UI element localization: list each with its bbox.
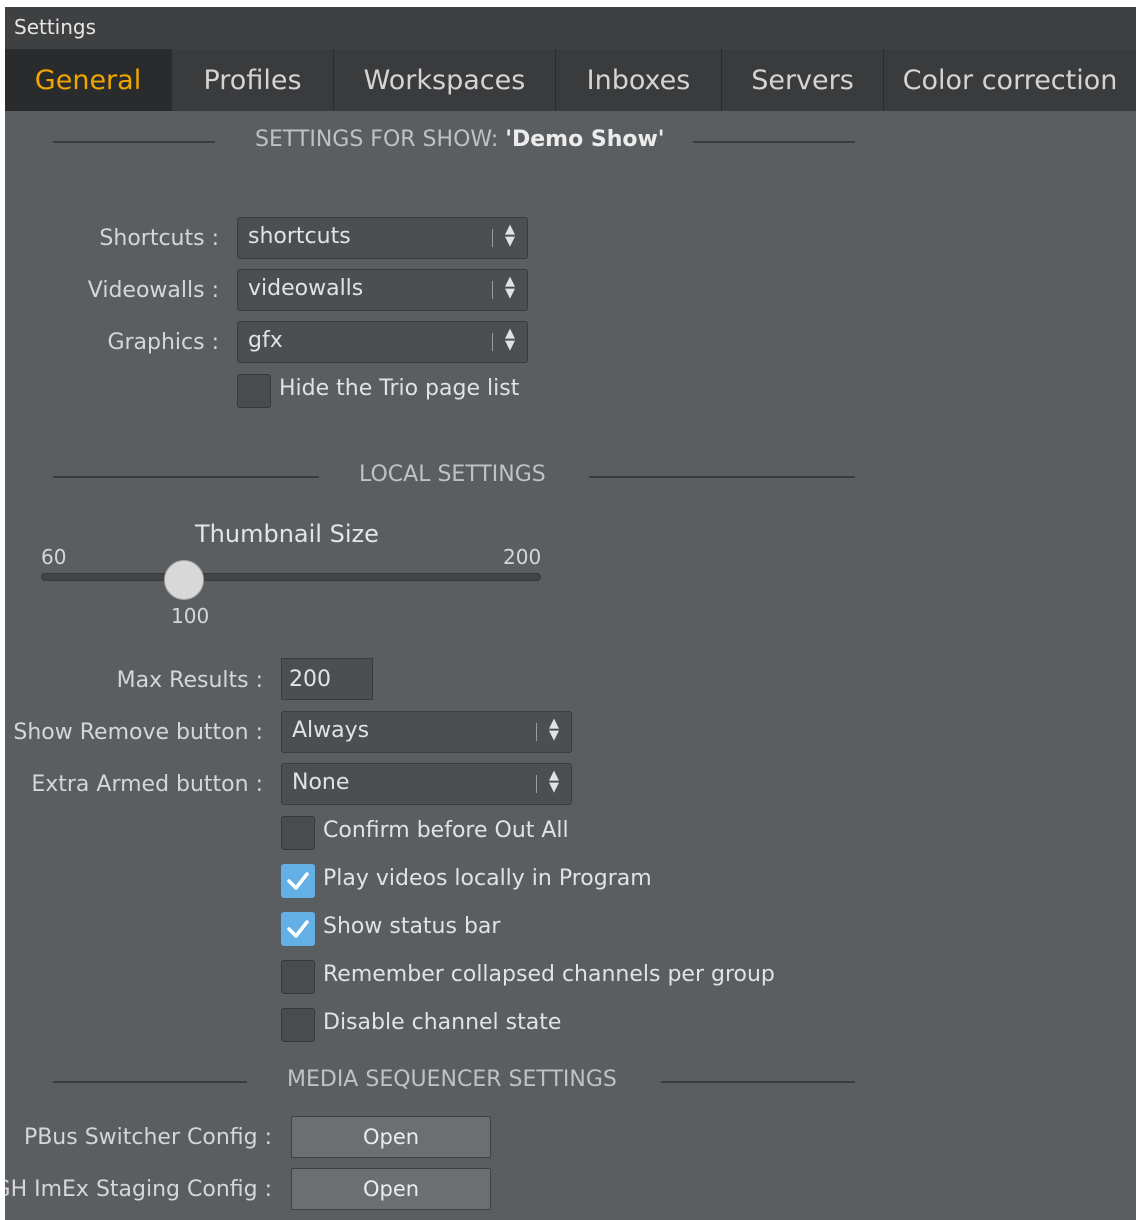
remember-collapsed-label: Remember collapsed channels per group [323, 962, 775, 987]
divider-line [53, 476, 319, 478]
disable-channel-state-label: Disable channel state [323, 1010, 562, 1035]
select-separator [492, 333, 493, 351]
videowalls-value: videowalls [248, 276, 364, 301]
updown-arrows-icon: ▲ ▼ [505, 222, 515, 249]
videowalls-select[interactable]: videowalls ▲ ▼ [237, 269, 528, 311]
graphics-value: gfx [248, 328, 283, 353]
graphics-label: Graphics : [107, 330, 219, 355]
play-videos-locally-label: Play videos locally in Program [323, 866, 652, 891]
shortcuts-label: Shortcuts : [99, 226, 219, 251]
confirm-out-all-checkbox[interactable] [281, 816, 315, 850]
section-header-local: LOCAL SETTINGS [53, 462, 855, 492]
title-bar: Settings [5, 7, 1136, 49]
tab-bar: General Profiles Workspaces Inboxes Serv… [5, 49, 1136, 111]
tab-general[interactable]: General [5, 49, 171, 111]
section-header-show: SETTINGS FOR SHOW: 'Demo Show' [53, 127, 855, 157]
videowalls-label: Videowalls : [87, 278, 219, 303]
shortcuts-select[interactable]: shortcuts ▲ ▼ [237, 217, 528, 259]
hide-trio-checkbox[interactable] [237, 374, 271, 408]
slider-value: 100 [171, 604, 210, 628]
divider-line [53, 1081, 247, 1083]
divider-line [661, 1081, 855, 1083]
select-separator [536, 775, 537, 793]
confirm-out-all-label: Confirm before Out All [323, 818, 569, 843]
checkmark-icon [287, 872, 309, 890]
thumbnail-size-slider[interactable] [41, 573, 541, 581]
divider-line [693, 141, 855, 143]
tab-workspaces[interactable]: Workspaces [333, 49, 555, 111]
graphics-select[interactable]: gfx ▲ ▼ [237, 321, 528, 363]
max-results-input[interactable] [281, 658, 373, 700]
checkmark-icon [287, 920, 309, 938]
section-title: MEDIA SEQUENCER SETTINGS [287, 1067, 617, 1092]
show-status-bar-label: Show status bar [323, 914, 501, 939]
play-videos-locally-checkbox[interactable] [281, 864, 315, 898]
extra-armed-select[interactable]: None ▲ ▼ [281, 763, 572, 805]
select-separator [536, 723, 537, 741]
hide-trio-label: Hide the Trio page list [279, 376, 520, 401]
slider-max-label: 200 [503, 545, 542, 569]
section-title: SETTINGS FOR SHOW: 'Demo Show' [255, 127, 665, 152]
slider-handle[interactable] [163, 560, 204, 600]
section-header-media-sequencer: MEDIA SEQUENCER SETTINGS [53, 1067, 855, 1097]
max-results-label: Max Results : [116, 668, 263, 693]
slider-min-label: 60 [41, 545, 67, 569]
show-remove-value: Always [292, 718, 370, 743]
divider-line [589, 476, 855, 478]
updown-arrows-icon: ▲ ▼ [549, 716, 559, 743]
tab-color-correction[interactable]: Color correction [883, 49, 1136, 111]
updown-arrows-icon: ▲ ▼ [505, 274, 515, 301]
show-remove-label: Show Remove button : [13, 720, 263, 745]
gh-imex-open-button[interactable]: Open [291, 1168, 491, 1210]
show-status-bar-checkbox[interactable] [281, 912, 315, 946]
divider-line [53, 141, 215, 143]
extra-armed-value: None [292, 770, 350, 795]
window-title: Settings [14, 15, 97, 39]
gh-imex-config-label: GH ImEx Staging Config : [5, 1177, 272, 1202]
remember-collapsed-checkbox[interactable] [281, 960, 315, 994]
pbus-open-button[interactable]: Open [291, 1116, 491, 1158]
pbus-config-label: PBus Switcher Config : [23, 1125, 272, 1150]
select-separator [492, 229, 493, 247]
updown-arrows-icon: ▲ ▼ [549, 768, 559, 795]
show-remove-select[interactable]: Always ▲ ▼ [281, 711, 572, 753]
updown-arrows-icon: ▲ ▼ [505, 326, 515, 353]
select-separator [492, 281, 493, 299]
show-name: 'Demo Show' [505, 127, 665, 152]
section-title: LOCAL SETTINGS [359, 462, 546, 487]
thumbnail-size-title: Thumbnail Size [195, 520, 379, 548]
settings-window: Settings General Profiles Workspaces Inb… [5, 7, 1136, 1220]
shortcuts-value: shortcuts [248, 224, 351, 249]
tab-inboxes[interactable]: Inboxes [555, 49, 721, 111]
tab-servers[interactable]: Servers [721, 49, 883, 111]
section-title-prefix: SETTINGS FOR SHOW: [255, 127, 506, 152]
disable-channel-state-checkbox[interactable] [281, 1008, 315, 1042]
extra-armed-label: Extra Armed button : [31, 772, 263, 797]
tab-profiles[interactable]: Profiles [171, 49, 333, 111]
